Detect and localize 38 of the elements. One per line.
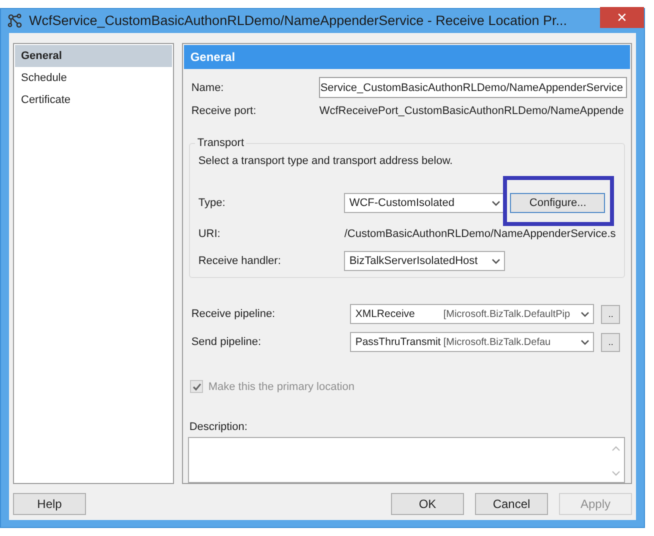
pipeline-dropdown[interactable]: PassThruTransmit [Microsoft.BizTalk.Defau	[350, 332, 594, 352]
field-label: Type:	[198, 197, 226, 210]
window-title: WcfService_CustomBasicAuthonRLDemo/NameAppenderService - Receive Location Pr...	[29, 13, 568, 28]
scroll-up-icon[interactable]	[612, 446, 620, 452]
group-legend: Transport	[195, 137, 246, 150]
field-label: Receive handler:	[198, 255, 282, 268]
field-label: Receive pipeline:	[190, 308, 276, 320]
type-dropdown[interactable]: WCF-CustomIsolated	[344, 193, 506, 214]
dialog-button[interactable]: Help	[13, 493, 86, 515]
field-label: Send pipeline:	[190, 336, 262, 348]
dialog-button[interactable]: Cancel	[475, 493, 548, 515]
field-label: Receive port:	[190, 104, 258, 117]
browse-button[interactable]: ..	[601, 332, 620, 352]
hint-text: Select a transport type and transport address below.	[198, 155, 454, 168]
browse-button[interactable]: ..	[601, 304, 620, 324]
checkbox-label: Make this the primary location	[208, 380, 354, 393]
dialog-button[interactable]: OK	[391, 493, 464, 515]
name-field[interactable]: Service_CustomBasicAuthonRLDemo/NameAppenderService	[319, 77, 627, 98]
handler-dropdown[interactable]: BizTalkServerIsolatedHost	[344, 251, 506, 272]
description-field[interactable]	[188, 437, 625, 483]
caret-icon	[581, 312, 590, 317]
sidebar-item[interactable]: Schedule	[15, 67, 172, 89]
pipeline-dropdown[interactable]: XMLReceive [Microsoft.BizTalk.DefaultPip	[350, 304, 594, 324]
panel-header: General	[184, 45, 630, 69]
scroll-down-icon[interactable]	[612, 471, 620, 476]
caret-icon	[492, 200, 500, 206]
caret-icon	[581, 340, 590, 345]
field-value: /CustomBasicAuthonRLDemo/NameAppenderService.s	[344, 228, 617, 240]
field-label: Description:	[188, 421, 248, 434]
field-value: WcfReceivePort_CustomBasicAuthonRLDemo/NameAppende	[319, 104, 624, 117]
network-nodes-icon	[7, 12, 23, 28]
field-label: URI:	[198, 228, 222, 240]
caret-icon	[492, 258, 500, 264]
close-button[interactable]: ✕	[600, 7, 644, 28]
sidebar-item[interactable]: Certificate	[15, 89, 172, 111]
field-label: Name:	[190, 82, 225, 94]
configure-button[interactable]: Configure...	[510, 193, 606, 214]
sidebar-item[interactable]: General	[15, 45, 172, 67]
